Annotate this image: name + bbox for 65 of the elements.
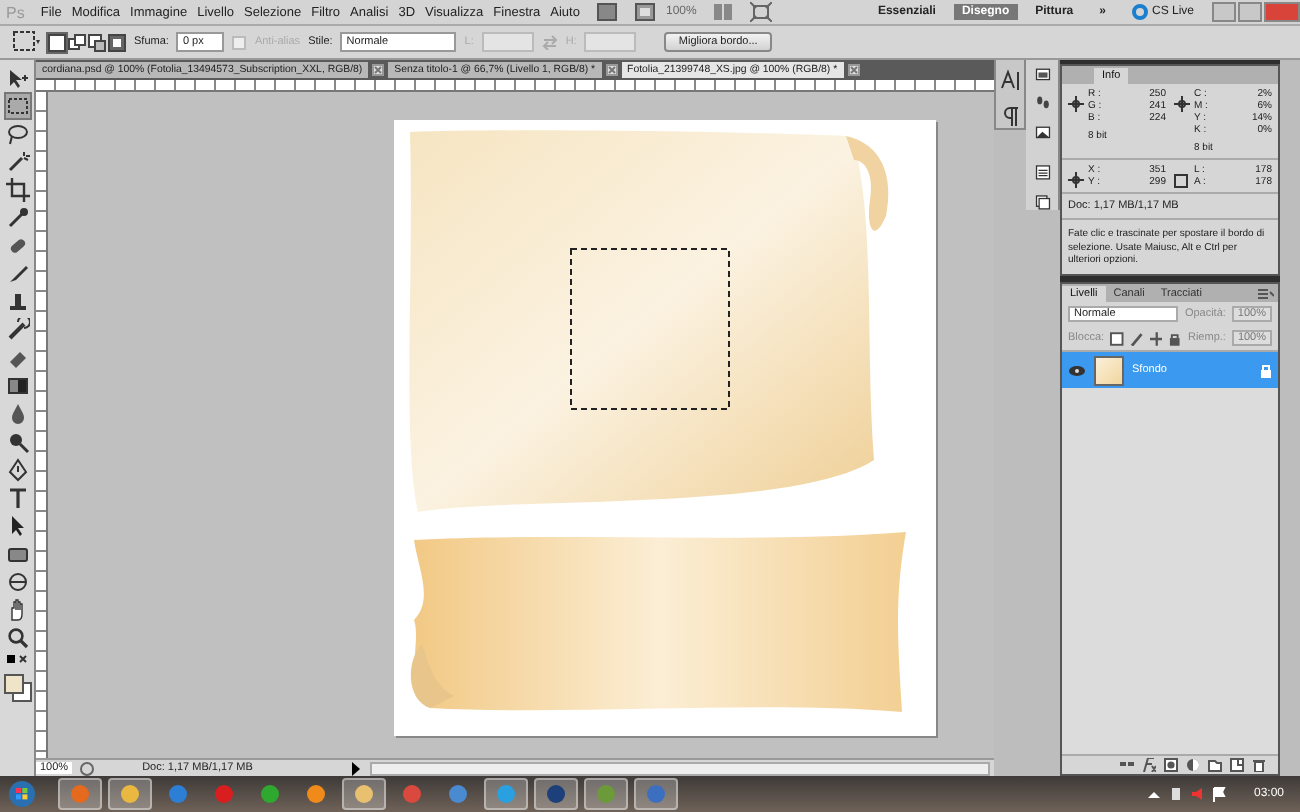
- status-menu-icon[interactable]: [350, 761, 363, 775]
- horizontal-scrollbar[interactable]: [370, 761, 990, 775]
- layer-thumbnail: [1094, 355, 1124, 385]
- hand-tool-icon[interactable]: [5, 598, 29, 622]
- panel-menu-icon[interactable]: [1258, 287, 1274, 299]
- add-selection-icon[interactable]: [68, 33, 86, 51]
- lasso-tool-icon[interactable]: [5, 122, 29, 146]
- eyedropper-icon: [1174, 96, 1190, 112]
- start-button[interactable]: [8, 780, 36, 808]
- taskbar-button[interactable]: [634, 778, 678, 810]
- marquee-tool-icon[interactable]: [5, 94, 29, 118]
- move-icon[interactable]: [1149, 331, 1163, 345]
- fx-icon[interactable]: [1142, 758, 1156, 772]
- app-logo: Ps: [6, 3, 25, 21]
- character-icon[interactable]: [998, 68, 1022, 92]
- extras-icon[interactable]: [633, 2, 656, 22]
- size-field[interactable]: [584, 32, 637, 52]
- close-icon[interactable]: [605, 64, 618, 76]
- flag-icon[interactable]: [1211, 786, 1228, 802]
- lock-pixels-icon[interactable]: [1110, 331, 1124, 345]
- status-icon[interactable]: [80, 761, 95, 775]
- size-field[interactable]: [481, 32, 534, 52]
- taskbar-button[interactable]: [484, 778, 528, 810]
- type-tool-icon[interactable]: [5, 486, 29, 510]
- frame-icon: [1174, 172, 1190, 188]
- brush-tool-icon[interactable]: [5, 262, 29, 286]
- new-selection-icon[interactable]: [48, 33, 66, 51]
- taskbar-button[interactable]: [58, 778, 102, 810]
- lock-icon[interactable]: [1168, 331, 1182, 345]
- trash-icon[interactable]: [1252, 758, 1266, 772]
- close-icon[interactable]: [847, 64, 860, 76]
- rectangle-tool-icon[interactable]: [5, 542, 29, 566]
- magic-wand-icon[interactable]: [5, 150, 29, 174]
- marquee-preset-icon[interactable]: [12, 30, 40, 54]
- history-brush-icon[interactable]: [5, 318, 29, 342]
- move-tool-icon[interactable]: [5, 66, 29, 90]
- crop-tool-icon[interactable]: [5, 178, 29, 202]
- 3d-rotate-icon[interactable]: [5, 570, 29, 594]
- gradient-tool-icon[interactable]: [5, 374, 29, 398]
- link-icon[interactable]: [1120, 758, 1134, 772]
- tray-arrow-icon[interactable]: [1145, 786, 1162, 802]
- intersect-selection-icon[interactable]: [108, 33, 126, 51]
- cs-live-icon: [1131, 4, 1148, 20]
- stamp-tool-icon[interactable]: [5, 290, 29, 314]
- crosshair-icon: [1068, 172, 1084, 188]
- zoom-tool-icon[interactable]: [5, 626, 29, 650]
- pen-tool-icon[interactable]: [5, 458, 29, 482]
- circle-icon: [402, 784, 422, 804]
- eyedropper-icon[interactable]: [5, 206, 29, 230]
- subtract-selection-icon[interactable]: [88, 33, 106, 51]
- eraser-icon[interactable]: [5, 346, 29, 370]
- dodge-tool-icon[interactable]: [5, 430, 29, 454]
- new-layer-icon[interactable]: [1230, 758, 1244, 772]
- close-icon[interactable]: [372, 64, 385, 76]
- taskbar-button[interactable]: [108, 778, 152, 810]
- screen-icon[interactable]: [750, 2, 773, 22]
- brush-icon[interactable]: [1129, 331, 1144, 345]
- screen-mode-icon[interactable]: [595, 2, 618, 22]
- adjustment-icon[interactable]: [1186, 758, 1200, 772]
- mask-icon[interactable]: [1164, 758, 1178, 772]
- taskbar-button[interactable]: [534, 778, 578, 810]
- eye-icon[interactable]: [1068, 363, 1086, 377]
- taskbar-button[interactable]: [584, 778, 628, 810]
- eyedropper-icon: [1068, 96, 1084, 112]
- paragraph-icon[interactable]: [998, 104, 1022, 128]
